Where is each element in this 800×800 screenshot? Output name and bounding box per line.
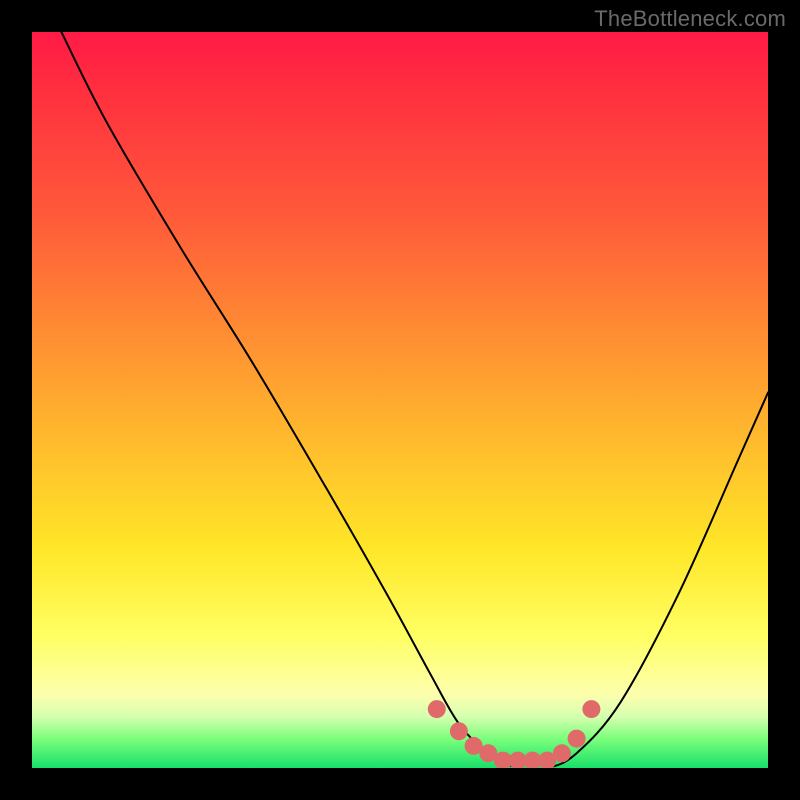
bottleneck-curve (61, 32, 768, 768)
trough-marker (582, 700, 600, 718)
trough-marker (428, 700, 446, 718)
trough-marker (450, 722, 468, 740)
chart-svg (32, 32, 768, 768)
trough-marker (568, 730, 586, 748)
trough-marker (553, 744, 571, 762)
chart-frame: TheBottleneck.com (0, 0, 800, 800)
plot-area (32, 32, 768, 768)
watermark-text: TheBottleneck.com (594, 6, 786, 32)
trough-markers (428, 700, 601, 768)
